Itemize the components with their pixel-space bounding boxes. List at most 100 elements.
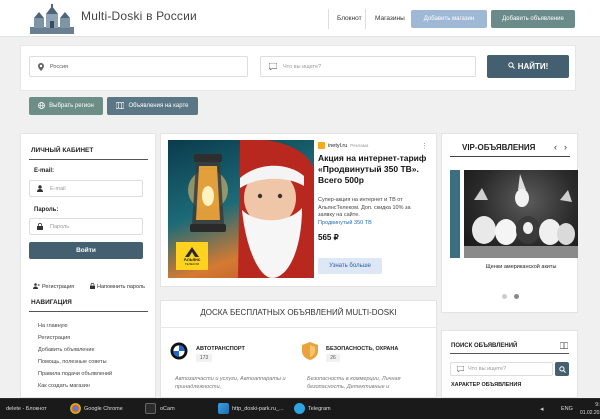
browser-window-icon[interactable] <box>218 403 229 414</box>
ad-source[interactable]: inetyl.ru Реклама <box>318 142 368 149</box>
category-subtitles[interactable]: Автозапчасти и услуги, Автоаппараты и пр… <box>175 375 300 391</box>
lock-icon <box>90 283 95 291</box>
title-underline <box>450 353 569 354</box>
header-divider <box>328 9 329 29</box>
site-title[interactable]: Multi-Doski в России <box>81 9 197 23</box>
vip-image[interactable] <box>464 170 578 258</box>
brand-mark-icon <box>185 246 199 257</box>
comment-icon <box>269 63 277 70</box>
carousel-dot-active[interactable] <box>514 294 519 299</box>
alliance-telecom-logo: Альянс ТЕЛЕКОМ <box>176 242 208 270</box>
add-shop-button[interactable]: Добавить магазин <box>411 10 487 28</box>
search-ads-placeholder: Что вы ищете? <box>468 366 507 372</box>
add-ad-button[interactable]: Добавить объявление <box>491 10 575 28</box>
map-icon <box>116 100 125 111</box>
board-divider <box>160 327 437 328</box>
taskbar-item-ocam[interactable]: oCam <box>160 406 175 412</box>
brand-sub-text: ТЕЛЕКОМ <box>184 261 200 266</box>
windows-taskbar: delete - Блокнот Google Chrome oCam http… <box>0 398 600 419</box>
ad-headline[interactable]: Акция на интернет-тариф «Продвинутый 350… <box>318 153 427 186</box>
remind-password-label: Напомнить пароль <box>97 284 145 290</box>
book-icon <box>559 342 569 351</box>
user-icon <box>37 185 43 192</box>
ad-price: 565 ₽ <box>318 233 339 242</box>
ad-product-link[interactable]: Продвинутый 350 ТВ <box>318 220 372 226</box>
clock-date: 01.02.2021 <box>580 410 600 416</box>
nav-item-home[interactable]: На главную <box>38 323 68 329</box>
ad-source-domain: inetyl.ru <box>328 142 348 149</box>
taskbar-item-notepad[interactable]: delete - Блокнот <box>6 406 47 412</box>
prev-arrow-icon[interactable]: ‹ <box>554 142 557 152</box>
remind-password-link[interactable]: Напомнить пароль <box>90 283 145 291</box>
ad-source-tag: Реклама <box>350 143 369 148</box>
shops-link[interactable]: Магазины <box>375 15 405 22</box>
category-name[interactable]: БЕЗОПАСНОСТЬ, ОХРАНА <box>326 346 398 352</box>
search-ads-button[interactable] <box>555 362 569 376</box>
chrome-icon[interactable] <box>70 403 81 414</box>
vip-prev-image-edge[interactable] <box>450 170 460 258</box>
login-title: ЛИЧНЫЙ КАБИНЕТ <box>31 147 94 154</box>
search-icon <box>558 365 566 373</box>
taskbar-item-browser[interactable]: http_doski-park.ru_... <box>232 406 284 412</box>
ocam-icon[interactable] <box>145 403 156 414</box>
register-link[interactable]: Регистрация <box>33 283 74 291</box>
email-field[interactable]: E-mail <box>29 180 143 197</box>
select-region-button[interactable]: Выбрать регион <box>29 97 103 115</box>
source-favicon-icon <box>318 142 325 149</box>
nav-item-help[interactable]: Помощь, полезные советы <box>38 359 107 365</box>
password-placeholder: Пароль <box>50 223 70 230</box>
select-region-label: Выбрать регион <box>49 103 94 109</box>
clock-time: 9:39 <box>595 402 600 408</box>
email-label: E-mail: <box>34 168 55 174</box>
find-button[interactable]: НАЙТИ! <box>487 55 569 78</box>
password-label: Пароль: <box>34 207 59 213</box>
email-placeholder: E-mail <box>50 185 66 192</box>
volume-icon[interactable]: ◂ <box>540 405 544 413</box>
search-ads-input[interactable]: Что вы ищете? <box>450 362 553 376</box>
puppies-picture <box>464 174 578 258</box>
carousel-dot[interactable] <box>502 294 507 299</box>
telegram-icon[interactable] <box>294 403 305 414</box>
title-underline <box>450 156 570 157</box>
vip-title: VIP-ОБЪЯВЛЕНИЯ <box>462 143 536 152</box>
taskbar-item-chrome[interactable]: Google Chrome <box>84 406 123 412</box>
category-subtitles[interactable]: Безопасность в коммерции, Личная безопас… <box>307 375 432 391</box>
category-name[interactable]: АВТОТРАНСПОРТ <box>196 346 245 352</box>
taskbar-item-telegram[interactable]: Telegram <box>308 406 331 412</box>
password-field[interactable]: Пароль <box>29 218 143 235</box>
nav-item-rules[interactable]: Правила подачи объявлений <box>38 371 112 377</box>
board-title: ДОСКА БЕСПЛАТНЫХ ОБЪЯВЛЕНИЙ MULTI-DOSKI <box>200 308 397 317</box>
category-count-badge: 26 <box>326 354 340 362</box>
shield-icon <box>302 342 318 360</box>
category-auto[interactable] <box>170 342 188 360</box>
ad-banner[interactable]: Альянс ТЕЛЕКОМ inetyl.ru Реклама ⋮ Акция… <box>168 140 429 278</box>
query-input[interactable]: Что вы ищете? <box>260 56 476 77</box>
ad-menu-icon[interactable]: ⋮ <box>421 142 428 150</box>
bmw-logo-icon <box>170 342 188 360</box>
next-arrow-icon[interactable]: › <box>564 142 567 152</box>
nav-item-create-shop[interactable]: Как создать магазин <box>38 383 90 389</box>
search-ads-title: ПОИСК ОБЪЯВЛЕНИЙ <box>451 343 518 349</box>
category-security[interactable] <box>302 342 318 360</box>
ad-trait-label: ХАРАКТЕР ОБЪЯВЛЕНИЯ <box>451 382 522 388</box>
taskbar-clock[interactable]: 9:39 01.02.2021 <box>580 401 600 417</box>
login-button[interactable]: Войти <box>29 242 143 259</box>
nav-item-register[interactable]: Регистрация <box>38 335 70 341</box>
vip-caption[interactable]: Щенки американской акиты <box>464 264 578 270</box>
find-label: НАЙТИ! <box>517 62 549 71</box>
ad-image[interactable]: Альянс ТЕЛЕКОМ <box>168 140 314 278</box>
title-underline <box>29 311 148 312</box>
notebook-link[interactable]: Блокнот <box>337 15 362 22</box>
learn-more-button[interactable]: Узнать больше <box>318 258 382 274</box>
kremlin-logo-icon[interactable] <box>30 4 74 34</box>
ad-description: Супер-акция на интернет и ТВ от АльянсТе… <box>318 197 411 218</box>
ads-on-map-label: Объявления на карте <box>128 103 189 109</box>
ads-on-map-button[interactable]: Объявления на карте <box>107 97 198 115</box>
keyboard-language[interactable]: ENG <box>561 406 573 412</box>
comment-icon <box>457 366 464 372</box>
region-input[interactable]: Россия <box>29 56 248 77</box>
register-label: Регистрация <box>42 284 75 290</box>
globe-icon <box>38 101 46 111</box>
nav-item-add-ad[interactable]: Добавить объявление <box>38 347 95 353</box>
query-placeholder: Что вы ищете? <box>283 63 322 70</box>
